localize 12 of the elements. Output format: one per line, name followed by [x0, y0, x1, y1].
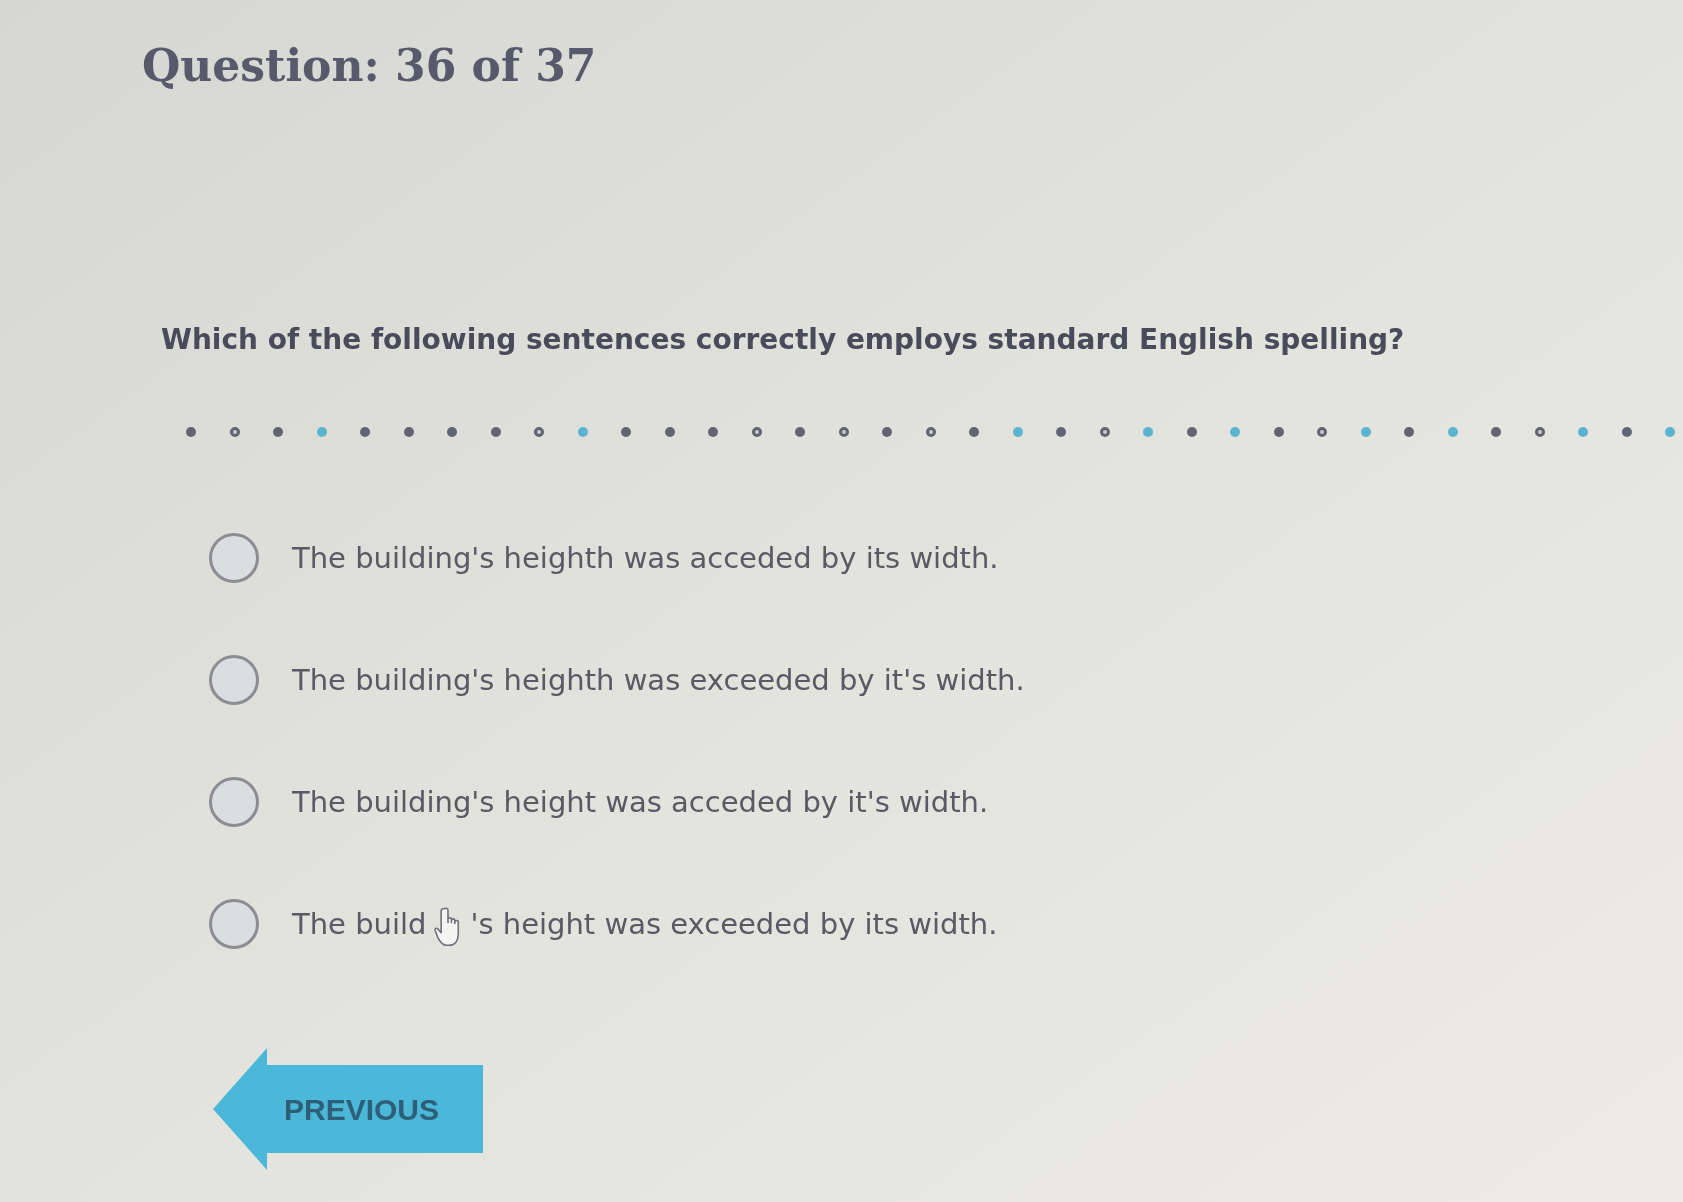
previous-button[interactable]: PREVIOUS: [213, 1048, 483, 1170]
option-label[interactable]: The build: [292, 904, 427, 944]
question-text: Which of the following sentences correctly employs standard English spelling?: [161, 322, 1405, 358]
radio-button[interactable]: [209, 655, 259, 705]
option-label[interactable]: The building's heighth was exceeded by it's width.: [292, 660, 1025, 700]
option-label[interactable]: The building's height was acceded by it's width.: [292, 782, 989, 822]
option-label[interactable]: 's height was exceeded by its width.: [470, 904, 998, 944]
radio-button[interactable]: [209, 899, 259, 949]
radio-button[interactable]: [209, 777, 259, 827]
page-title: Question: 36 of 37: [142, 39, 597, 93]
radio-button[interactable]: [209, 533, 259, 583]
option-label[interactable]: The building's heighth was acceded by its width.: [292, 538, 999, 578]
